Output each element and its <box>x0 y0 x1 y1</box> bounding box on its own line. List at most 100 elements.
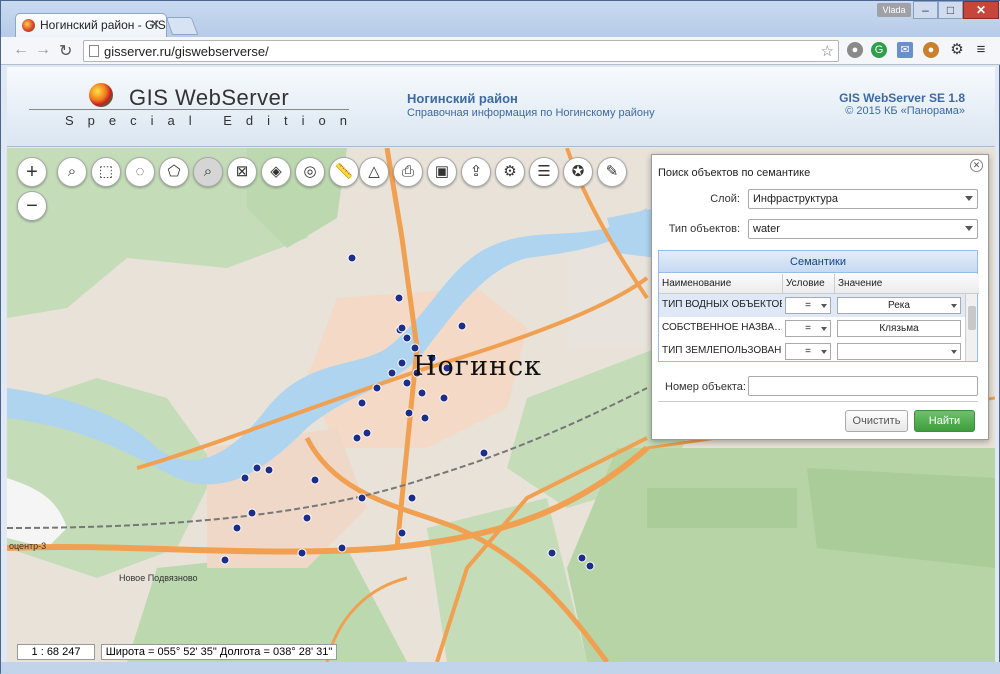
column-header-condition[interactable]: Условие <box>783 274 835 294</box>
zoom-out-button[interactable]: − <box>17 191 47 221</box>
column-header-name[interactable]: Наименование <box>659 274 783 294</box>
minimize-button[interactable]: – <box>913 1 938 19</box>
chevron-down-icon <box>821 350 827 354</box>
app-title: GIS WebServer <box>129 85 290 110</box>
favicon-icon <box>22 19 35 32</box>
select-polygon-icon[interactable]: ⬠ <box>159 157 189 187</box>
semantic-search-panel: Поиск объектов по семантике ✕ Слой: Инфр… <box>651 154 989 440</box>
tab-title: Ногинский район - GIS W <box>40 18 167 32</box>
scale-readout: 1 : 68 247 <box>17 644 95 660</box>
globe-icon[interactable]: ● <box>847 42 863 58</box>
table-row[interactable]: ТИП ЗЕМЛЕПОЛЬЗОВАН… = <box>659 340 965 363</box>
panel-divider <box>658 401 978 402</box>
coordinates-readout: Широта = 055° 52' 35" Долгота = 038° 28'… <box>101 644 337 660</box>
clear-selection-icon[interactable]: ⊠ <box>227 157 257 187</box>
type-label: Тип объектов: <box>668 223 740 235</box>
value-select[interactable]: Река <box>837 297 961 314</box>
area-measure-icon[interactable]: △ <box>359 157 389 187</box>
browser-tab[interactable]: Ногинский район - GIS W ✕ <box>15 13 167 37</box>
condition-select[interactable]: = <box>785 320 831 337</box>
forward-arrow-icon[interactable]: → <box>35 41 51 59</box>
info-icon[interactable]: ✪ <box>563 157 593 187</box>
export-icon[interactable]: ▣ <box>427 157 457 187</box>
village-label: оцентр-3 <box>9 541 47 551</box>
new-tab-button[interactable] <box>165 17 199 35</box>
app-header: GIS WebServer Special Edition Ногинский … <box>7 67 995 147</box>
address-bar[interactable]: gisserver.ru/giswebserverse/ ☆ <box>83 40 839 62</box>
mail-icon[interactable]: ✉ <box>897 42 913 58</box>
search-area-icon[interactable]: ⌕ <box>193 157 223 187</box>
browser-window: Ногинский район - GIS W ✕ Vlada – □ ✕ ← … <box>0 0 1000 674</box>
column-header-value[interactable]: Значение <box>835 274 979 294</box>
semantics-header: Семантики <box>659 251 977 273</box>
ruler-icon[interactable]: 📏 <box>329 157 359 187</box>
logo-icon <box>89 83 113 107</box>
semantics-grid: Семантики Наименование Условие Значение … <box>658 250 979 363</box>
gear-icon[interactable]: ⚙ <box>949 42 965 58</box>
app-subtitle: Special Edition <box>65 113 361 128</box>
search-icon[interactable]: ⌕ <box>57 157 87 187</box>
cookie-icon[interactable]: ● <box>923 42 939 58</box>
layers-icon[interactable]: ◈ <box>261 157 291 187</box>
semantic-name: ТИП ЗЕМЛЕПОЛЬЗОВАН… <box>662 345 782 356</box>
bookmark-star-icon[interactable]: ☆ <box>821 42 834 60</box>
value-text: Клязьма <box>879 323 919 334</box>
object-type-select[interactable]: water <box>748 219 978 239</box>
chevron-down-icon <box>821 304 827 308</box>
region-subtitle: Справочная информация по Ногинскому райо… <box>407 107 655 119</box>
region-title: Ногинский район <box>407 91 518 106</box>
close-window-button[interactable]: ✕ <box>963 1 999 19</box>
layer-label: Слой: <box>710 193 740 205</box>
maximize-button[interactable]: □ <box>938 1 963 19</box>
grammarly-icon[interactable]: G <box>871 42 887 58</box>
scrollbar-thumb[interactable] <box>968 306 976 330</box>
zoom-in-button[interactable]: + <box>17 157 47 187</box>
condition-value: = <box>805 323 811 334</box>
semantic-name: СОБСТВЕННОЕ НАЗВА… <box>662 322 782 333</box>
tab-close-icon[interactable]: ✕ <box>150 17 160 31</box>
grid-scrollbar[interactable] <box>965 294 977 361</box>
village-label: Новое Подвязново <box>119 573 198 583</box>
page-icon <box>89 45 99 57</box>
select-icon[interactable]: ⬚ <box>91 157 121 187</box>
version-subtitle: © 2015 КБ «Панорама» <box>845 105 965 117</box>
table-row[interactable]: СОБСТВЕННОЕ НАЗВА… = Клязьма <box>659 317 965 340</box>
condition-value: = <box>805 346 811 357</box>
chevron-down-icon <box>965 196 973 201</box>
value-text: Река <box>888 300 910 311</box>
share-icon[interactable]: ⇪ <box>461 157 491 187</box>
value-input[interactable]: Клязьма <box>837 320 961 337</box>
condition-select[interactable]: = <box>785 343 831 360</box>
menu-icon[interactable]: ≡ <box>973 42 989 58</box>
chevron-down-icon <box>951 350 957 354</box>
chevron-down-icon <box>965 226 973 231</box>
object-number-input[interactable] <box>748 376 978 396</box>
value-select[interactable] <box>837 343 961 360</box>
find-button[interactable]: Найти <box>914 410 975 432</box>
version-title: GIS WebServer SE 1.8 <box>839 91 965 105</box>
object-number-label: Номер объекта: <box>665 381 746 393</box>
chevron-down-icon <box>821 327 827 331</box>
condition-select[interactable]: = <box>785 297 831 314</box>
clear-button[interactable]: Очистить <box>845 410 908 432</box>
user-badge[interactable]: Vlada <box>877 3 911 17</box>
settings-icon[interactable]: ⚙ <box>495 157 525 187</box>
table-row[interactable]: ТИП ВОДНЫХ ОБЪЕКТОВ = Река <box>659 294 965 317</box>
close-icon[interactable]: ✕ <box>970 159 983 172</box>
panel-title: Поиск объектов по семантике <box>658 167 811 179</box>
select-circle-icon[interactable]: ◌ <box>125 157 155 187</box>
tab-strip: Ногинский район - GIS W ✕ Vlada – □ ✕ <box>1 1 1000 37</box>
edit-icon[interactable]: ✎ <box>597 157 627 187</box>
city-label: Ногинск <box>413 351 542 382</box>
url-text: gisserver.ru/giswebserverse/ <box>104 44 269 59</box>
header-divider <box>29 109 349 110</box>
list-icon[interactable]: ☰ <box>529 157 559 187</box>
back-arrow-icon[interactable]: ← <box>13 41 29 59</box>
print-icon[interactable]: ⎙ <box>393 157 423 187</box>
type-value: water <box>753 223 780 235</box>
reload-icon[interactable]: ↻ <box>59 41 72 61</box>
window-bottom-frame <box>1 662 1000 674</box>
map-view-icon[interactable]: ◎ <box>295 157 325 187</box>
chevron-down-icon <box>951 304 957 308</box>
layer-select[interactable]: Инфраструктура <box>748 189 978 209</box>
